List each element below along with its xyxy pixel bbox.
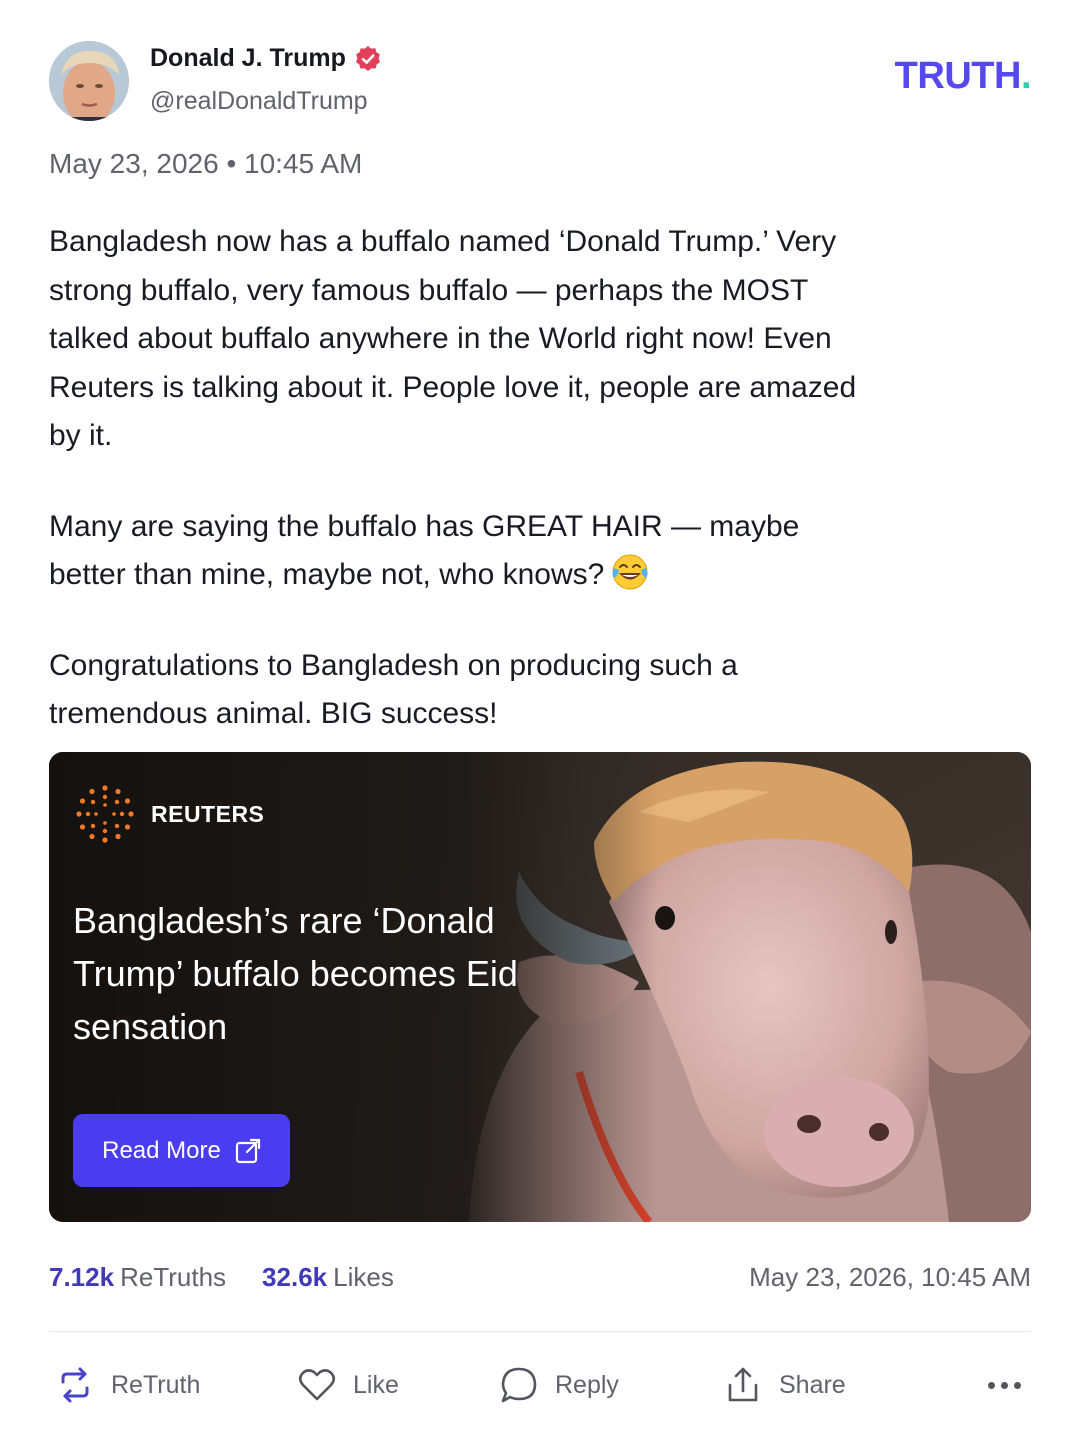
author-handle[interactable]: @realDonaldTrump (150, 87, 368, 116)
reuters-dots-icon (76, 785, 134, 843)
more-dot (1001, 1381, 1008, 1389)
reuters-logo: REUTERS (73, 782, 264, 846)
read-more-label: Read More (102, 1136, 221, 1164)
external-link-icon (235, 1138, 260, 1163)
post-stats: 7.12k ReTruths 32.6k Likes May 23, 2026, 1… (49, 1262, 1031, 1293)
post-paragraph-2: Many are saying the buffalo has GREAT HA… (49, 503, 879, 600)
verified-badge-icon (355, 45, 380, 71)
retruths-count: 7.12k (49, 1262, 115, 1292)
share-button[interactable]: Share (723, 1362, 846, 1408)
post-body: Bangladesh now has a buffalo named ‘Dona… (49, 218, 879, 781)
like-button[interactable]: Like (297, 1362, 399, 1408)
reuters-wordmark: REUTERS (151, 800, 265, 827)
link-headline[interactable]: Bangladesh’s rare ‘Donald Trump’ buffalo… (73, 894, 533, 1053)
brand-dot: . (1020, 55, 1032, 97)
truth-social-logo[interactable]: TRUTH. (894, 55, 1032, 98)
reply-button[interactable]: Reply (499, 1362, 619, 1408)
face-with-tears-of-joy-icon (612, 554, 648, 590)
truth-post-card: Donald J. Trump @realDonaldTrump TRUTH. … (0, 0, 1080, 1440)
avatar-image (49, 41, 129, 121)
post-paragraph-2-text: Many are saying the buffalo has GREAT HA… (49, 509, 800, 592)
author-name-text[interactable]: Donald J. Trump (150, 44, 346, 73)
heart-icon (298, 1369, 336, 1401)
more-dot (1014, 1381, 1021, 1389)
likes-label: Likes (333, 1262, 394, 1292)
divider (49, 1331, 1031, 1332)
post-timestamp: May 23, 2026 • 10:45 AM (49, 148, 363, 179)
link-preview-card[interactable]: REUTERS Bangladesh’s rare ‘Donald Trump’… (49, 752, 1031, 1222)
like-label: Like (353, 1370, 399, 1399)
brand-text: TRUTH (894, 55, 1022, 97)
retruth-button[interactable]: ReTruth (55, 1362, 200, 1408)
share-icon (728, 1367, 758, 1402)
retruth-label: ReTruth (111, 1370, 201, 1399)
avatar[interactable] (49, 41, 129, 121)
likes-stat[interactable]: 32.6k Likes (262, 1262, 394, 1293)
share-label: Share (779, 1370, 846, 1399)
action-bar: ReTruth Like Reply Share (49, 1362, 1031, 1408)
author-name[interactable]: Donald J. Trump (150, 44, 382, 73)
post-paragraph-1: Bangladesh now has a buffalo named ‘Dona… (49, 225, 857, 452)
post-paragraph-3: Congratulations to Bangladesh on produci… (49, 648, 738, 731)
speech-bubble-icon (501, 1367, 537, 1403)
post-date: May 23, 2026, 10:45 AM (749, 1262, 1031, 1292)
read-more-button[interactable]: Read More (73, 1114, 290, 1187)
retruths-label: ReTruths (120, 1262, 227, 1292)
reply-label: Reply (555, 1370, 619, 1399)
more-options-icon[interactable] (988, 1362, 1021, 1408)
likes-count: 32.6k (262, 1262, 328, 1292)
retruths-stat[interactable]: 7.12k ReTruths (49, 1262, 226, 1293)
more-dot (988, 1381, 995, 1389)
retruth-icon (61, 1367, 89, 1403)
